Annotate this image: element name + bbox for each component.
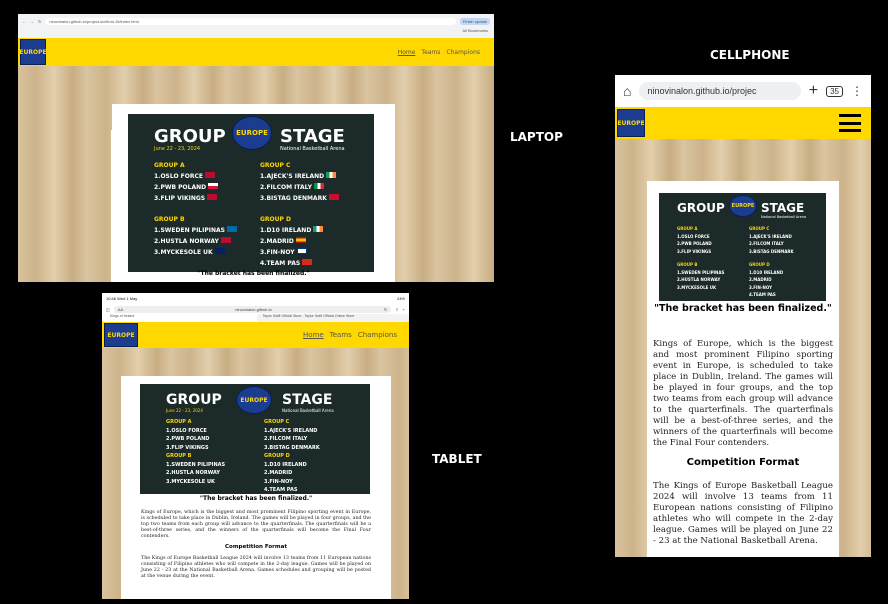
poster-title-left: GROUP bbox=[154, 126, 226, 147]
poland-flag-icon bbox=[208, 183, 219, 189]
update-button[interactable]: Finish update bbox=[459, 17, 490, 25]
share-icon[interactable]: ⇧ bbox=[395, 307, 398, 312]
poster-logo: EUROPE bbox=[232, 116, 272, 150]
nav-champions[interactable]: Champions bbox=[446, 49, 480, 56]
norway-flag-icon bbox=[205, 172, 216, 178]
denmark-flag-icon bbox=[328, 194, 339, 200]
home-icon[interactable]: ⌂ bbox=[623, 83, 631, 99]
finland-flag-icon bbox=[296, 248, 307, 254]
phone-intro-paragraph: Kings of Europe, which is the biggest an… bbox=[653, 339, 833, 448]
sidebar-icon[interactable]: ◫ bbox=[106, 307, 110, 312]
site-nav: Home Teams Champions bbox=[398, 49, 480, 56]
phone-caption: "The bracket has been finalized." bbox=[654, 303, 832, 314]
site-logo[interactable]: EUROPE bbox=[19, 39, 47, 65]
address-bar[interactable]: ninovinalon.github.io/project-six/final-… bbox=[45, 17, 456, 25]
ireland-flag-icon bbox=[326, 172, 337, 178]
label-laptop: LAPTOP bbox=[510, 130, 563, 144]
tablet-tab-row: Kings of Ireland Taylor Swift Official S… bbox=[102, 314, 409, 322]
phone-format-paragraph: The Kings of Europe Basketball League 20… bbox=[653, 481, 833, 546]
tablet-section-heading: Competition Format bbox=[225, 544, 287, 550]
tablet-format-paragraph: The Kings of Europe Basketball League 20… bbox=[141, 556, 371, 579]
tablet-screenshot: 10:46 Wed 1 May 24% ◫ AA ninovinalon.gith… bbox=[102, 293, 409, 599]
tab-kings-ireland[interactable]: Kings of Ireland bbox=[102, 314, 257, 322]
phone-header: EUROPE bbox=[615, 107, 871, 139]
laptop-poster: GROUP EUROPE STAGE June 22 - 23, 2024 Na… bbox=[128, 114, 374, 272]
phone-body: GROUP EUROPE STAGE National Basketball A… bbox=[615, 139, 871, 557]
tablet-address-bar[interactable]: AA ninovinalon.github.io ↻ bbox=[113, 305, 392, 313]
group-d: GROUP D 1.D10 IRELAND 2.MADRID 3.FIN-NOY… bbox=[260, 214, 324, 269]
phone-screenshot: ⌂ ninovinalon.github.io/projec + 35 ⋮ EU… bbox=[615, 75, 871, 557]
uk-flag-icon bbox=[214, 248, 225, 254]
add-tab-icon[interactable]: + bbox=[403, 307, 405, 312]
new-tab-icon[interactable]: + bbox=[809, 82, 818, 100]
tablet-card: GROUP EUROPE STAGE June 22 - 23, 2024 Na… bbox=[121, 376, 391, 599]
bookmarks-bar: All Bookmarks bbox=[18, 28, 494, 38]
tablet-poster-logo: EUROPE bbox=[236, 386, 272, 414]
forward-icon[interactable]: → bbox=[30, 19, 34, 24]
phone-section-heading: Competition Format bbox=[686, 457, 800, 468]
tablet-intro-paragraph: Kings of Europe, which is the biggest an… bbox=[141, 510, 371, 539]
bracket-caption: "The bracket has been finalized." bbox=[197, 270, 310, 277]
phone-poster: GROUP EUROPE STAGE National Basketball A… bbox=[659, 193, 826, 301]
laptop-card: GROUP EUROPE STAGE June 22 - 23, 2024 Na… bbox=[112, 104, 395, 282]
ireland-flag-icon bbox=[313, 226, 324, 232]
phone-poster-logo: EUROPE bbox=[729, 195, 757, 217]
group-c: GROUP C 1.AJECK'S IRELAND 2.FILCOM ITALY… bbox=[260, 160, 339, 204]
sweden-flag-icon bbox=[227, 226, 238, 232]
norway-flag-icon bbox=[220, 237, 231, 243]
group-b: GROUP B 1.SWEDEN PILIPINAS 2.HUSTLA NORW… bbox=[154, 214, 238, 258]
hamburger-icon[interactable] bbox=[839, 114, 861, 132]
browser-toolbar: ← → ↻ ninovinalon.github.io/project-six/… bbox=[18, 14, 494, 28]
italy-flag-icon bbox=[314, 183, 325, 189]
tablet-logo[interactable]: EUROPE bbox=[104, 323, 138, 347]
phone-card: GROUP EUROPE STAGE National Basketball A… bbox=[647, 181, 839, 557]
poster-date: June 22 - 23, 2024 bbox=[154, 146, 201, 152]
group-a: GROUP A 1.OSLO FORCE 2.PWB POLAND 3.FLIP… bbox=[154, 160, 219, 204]
tablet-nav: Home Teams Champions bbox=[302, 331, 397, 339]
phone-browser-bar: ⌂ ninovinalon.github.io/projec + 35 ⋮ bbox=[615, 75, 871, 107]
tablet-header: EUROPE Home Teams Champions bbox=[102, 322, 409, 348]
tablet-poster: GROUP EUROPE STAGE June 22 - 23, 2024 Na… bbox=[140, 384, 370, 494]
reload-icon[interactable]: ↻ bbox=[38, 19, 41, 24]
label-tablet: TABLET bbox=[432, 452, 482, 466]
nav-teams[interactable]: Teams bbox=[421, 49, 440, 56]
switzerland-flag-icon bbox=[302, 259, 313, 265]
poster-title-right: STAGE bbox=[280, 126, 345, 147]
poster-venue: National Basketball Arena bbox=[280, 146, 345, 152]
tablet-address-row: ◫ AA ninovinalon.github.io ↻ ⇧ + bbox=[102, 304, 409, 314]
tablet-status-bar: 10:46 Wed 1 May 24% bbox=[106, 296, 405, 301]
phone-logo[interactable]: EUROPE bbox=[617, 109, 645, 137]
phone-address-bar[interactable]: ninovinalon.github.io/projec bbox=[639, 82, 801, 100]
tab-taylor-swift[interactable]: Taylor Swift Official Store - Taylor Swi… bbox=[257, 314, 410, 322]
nav-home[interactable]: Home bbox=[398, 49, 416, 56]
back-icon[interactable]: ← bbox=[22, 19, 26, 24]
label-cellphone: CELLPHONE bbox=[710, 48, 790, 62]
tab-count[interactable]: 35 bbox=[826, 85, 843, 97]
menu-dots-icon[interactable]: ⋮ bbox=[851, 84, 863, 98]
norway-flag-icon bbox=[207, 194, 218, 200]
site-header: EUROPE Home Teams Champions bbox=[18, 38, 494, 66]
spain-flag-icon bbox=[295, 237, 306, 243]
tablet-body: GROUP EUROPE STAGE June 22 - 23, 2024 Na… bbox=[102, 348, 409, 599]
tablet-caption: "The bracket has been finalized." bbox=[199, 495, 313, 502]
